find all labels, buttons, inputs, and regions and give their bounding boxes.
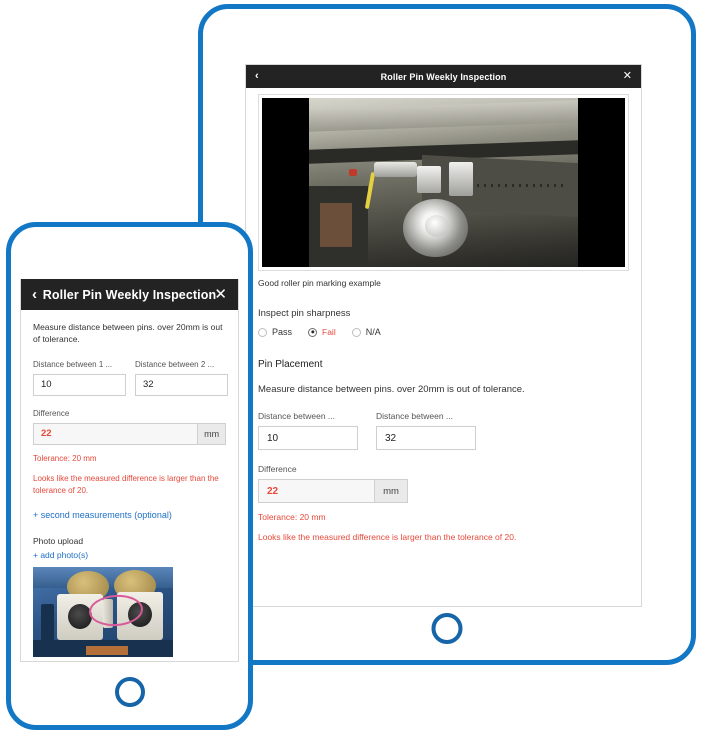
- radio-circle-icon: [258, 327, 267, 337]
- inspect-pin-sharpness-label: Inspect pin sharpness: [258, 308, 351, 319]
- phone-home-button[interactable]: [114, 677, 145, 707]
- distance-1-label: Distance between 1 ...: [33, 359, 113, 369]
- tolerance-error-message: Looks like the measured difference is la…: [33, 473, 219, 495]
- radio-circle-selected-icon: [308, 327, 318, 337]
- phone-device-frame: ‹ Roller Pin Weekly Inspection ✕ Measure…: [6, 222, 253, 730]
- back-chevron-icon[interactable]: ‹: [255, 71, 259, 82]
- tablet-app-card: ‹ Roller Pin Weekly Inspection ✕ Good ro…: [245, 64, 642, 607]
- close-icon[interactable]: ✕: [623, 71, 632, 82]
- difference-label: Difference: [258, 464, 297, 474]
- phone-titlebar: ‹ Roller Pin Weekly Inspection ✕: [21, 279, 238, 310]
- add-photo-link[interactable]: + add photo(s): [33, 550, 226, 560]
- tablet-reference-photo-frame: [258, 94, 629, 271]
- radio-label-pass: Pass: [272, 327, 293, 337]
- distance-2-label: Distance between ...: [376, 411, 454, 421]
- tablet-page-title: Roller Pin Weekly Inspection: [380, 71, 507, 82]
- phone-page-title: Roller Pin Weekly Inspection: [42, 287, 217, 302]
- difference-unit-addon: mm: [198, 422, 226, 445]
- radio-circle-icon: [351, 327, 361, 337]
- photo-upload-label: Photo upload: [33, 535, 84, 546]
- tablet-titlebar: ‹ Roller Pin Weekly Inspection ✕: [246, 65, 641, 88]
- distance-1-input[interactable]: 10: [258, 426, 358, 450]
- difference-input[interactable]: 22: [33, 422, 199, 445]
- tolerance-text: Tolerance: 20 mm: [258, 512, 326, 522]
- second-measurements-link[interactable]: + second measurements (optional): [33, 510, 226, 520]
- difference-label: Difference: [33, 408, 70, 418]
- machine-roller-pin-photo: [262, 98, 625, 267]
- tablet-home-button[interactable]: [431, 613, 463, 644]
- radio-option-pass[interactable]: Pass: [258, 327, 292, 337]
- radio-label-fail: Fail: [322, 327, 336, 337]
- tolerance-text: Tolerance: 20 mm: [33, 453, 97, 463]
- pin-placement-section-title: Pin Placement: [258, 359, 323, 370]
- radio-option-fail[interactable]: Fail: [308, 327, 336, 337]
- pin-placement-helper-text: Measure distance between pins. over 20mm…: [258, 384, 525, 395]
- distance-1-label: Distance between ...: [258, 411, 336, 421]
- difference-unit-addon: mm: [375, 479, 408, 503]
- distance-2-input[interactable]: 32: [135, 373, 228, 396]
- distance-1-input[interactable]: 10: [33, 373, 126, 396]
- sharpness-radio-group: Pass Fail N/A: [258, 327, 641, 337]
- difference-input[interactable]: 22: [258, 479, 375, 503]
- back-chevron-icon[interactable]: ‹: [32, 287, 37, 302]
- phone-app-card: ‹ Roller Pin Weekly Inspection ✕ Measure…: [20, 279, 239, 662]
- distance-2-label: Distance between 2 ...: [135, 359, 215, 369]
- radio-option-na[interactable]: N/A: [351, 327, 381, 337]
- uploaded-photo-thumbnail[interactable]: [33, 566, 173, 657]
- close-icon[interactable]: ✕: [214, 287, 227, 302]
- tablet-device-frame: ‹ Roller Pin Weekly Inspection ✕ Good ro…: [198, 4, 696, 665]
- tablet-photo-caption: Good roller pin marking example: [258, 278, 381, 288]
- phone-pin-placement-helper-text: Measure distance between pins. over 20mm…: [33, 322, 223, 345]
- distance-2-input[interactable]: 32: [376, 426, 476, 450]
- radio-label-na: N/A: [365, 327, 381, 337]
- tolerance-error-message: Looks like the measured difference is la…: [258, 532, 517, 542]
